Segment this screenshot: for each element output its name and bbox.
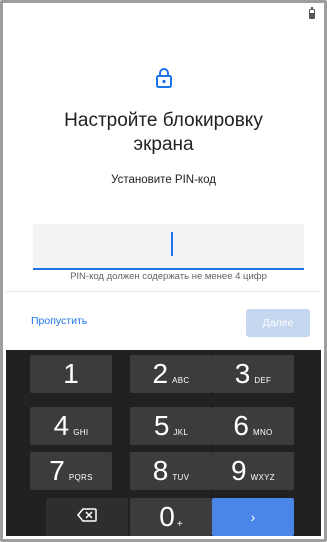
key-9-letters: WXYZ xyxy=(250,472,275,482)
page-title: Настройте блокировку экрана xyxy=(64,110,263,155)
lock-icon xyxy=(3,67,324,94)
chevron-right-icon: › xyxy=(250,509,256,525)
key-0-plus: + xyxy=(176,518,183,530)
backspace-icon xyxy=(77,507,97,527)
pin-input[interactable] xyxy=(33,224,304,270)
key-2[interactable]: 2 ABC xyxy=(130,355,212,393)
pin-subtitle: Установите PIN-код xyxy=(111,174,216,186)
key-8-letters: TUV xyxy=(172,472,190,482)
key-9-digit: 9 xyxy=(231,455,247,486)
divider xyxy=(6,291,321,292)
device-frame: Настройте блокировку экрана Установите P… xyxy=(0,0,327,542)
key-9[interactable]: 9 WXYZ xyxy=(212,452,294,490)
key-4-letters: GHI xyxy=(73,427,89,437)
key-3[interactable]: 3 DEF xyxy=(212,355,294,393)
key-0-digit: 0 xyxy=(159,501,175,532)
key-5-digit: 5 xyxy=(153,410,170,441)
key-4-digit: 4 xyxy=(53,410,70,441)
key-4[interactable]: 4 GHI xyxy=(30,407,112,445)
battery-icon xyxy=(309,7,315,19)
key-3-digit: 3 xyxy=(234,358,251,389)
key-8[interactable]: 8 TUV xyxy=(130,452,212,490)
key-6[interactable]: 6 MNO xyxy=(212,407,294,445)
pin-hint: PIN-код должен содержать не менее 4 цифр xyxy=(70,271,267,282)
key-5-letters: JKL xyxy=(173,427,189,437)
key-5[interactable]: 5 JKL xyxy=(130,407,212,445)
skip-button[interactable]: Пропустить xyxy=(31,315,87,327)
key-7-letters: PQRS xyxy=(68,472,93,482)
enter-key[interactable]: › xyxy=(212,498,294,536)
text-caret xyxy=(171,232,173,256)
key-0[interactable]: 0 + xyxy=(130,498,212,536)
key-7-digit: 7 xyxy=(49,455,65,486)
key-3-letters: DEF xyxy=(254,375,272,385)
key-8-digit: 8 xyxy=(152,455,169,486)
numeric-keypad: 1 2 ABC 3 DEF 4 GHI 5 JKL 6 MNO 7 PQRS 8… xyxy=(6,350,321,536)
key-6-digit: 6 xyxy=(233,410,249,441)
backspace-key[interactable] xyxy=(46,498,128,536)
key-2-letters: ABC xyxy=(172,375,190,385)
key-1[interactable]: 1 xyxy=(30,355,112,393)
next-button[interactable]: Далее xyxy=(246,309,310,337)
key-6-letters: MNO xyxy=(253,427,273,437)
key-1-digit: 1 xyxy=(63,358,79,389)
key-2-digit: 2 xyxy=(152,358,169,389)
key-7[interactable]: 7 PQRS xyxy=(30,452,112,490)
status-bar xyxy=(6,6,321,24)
